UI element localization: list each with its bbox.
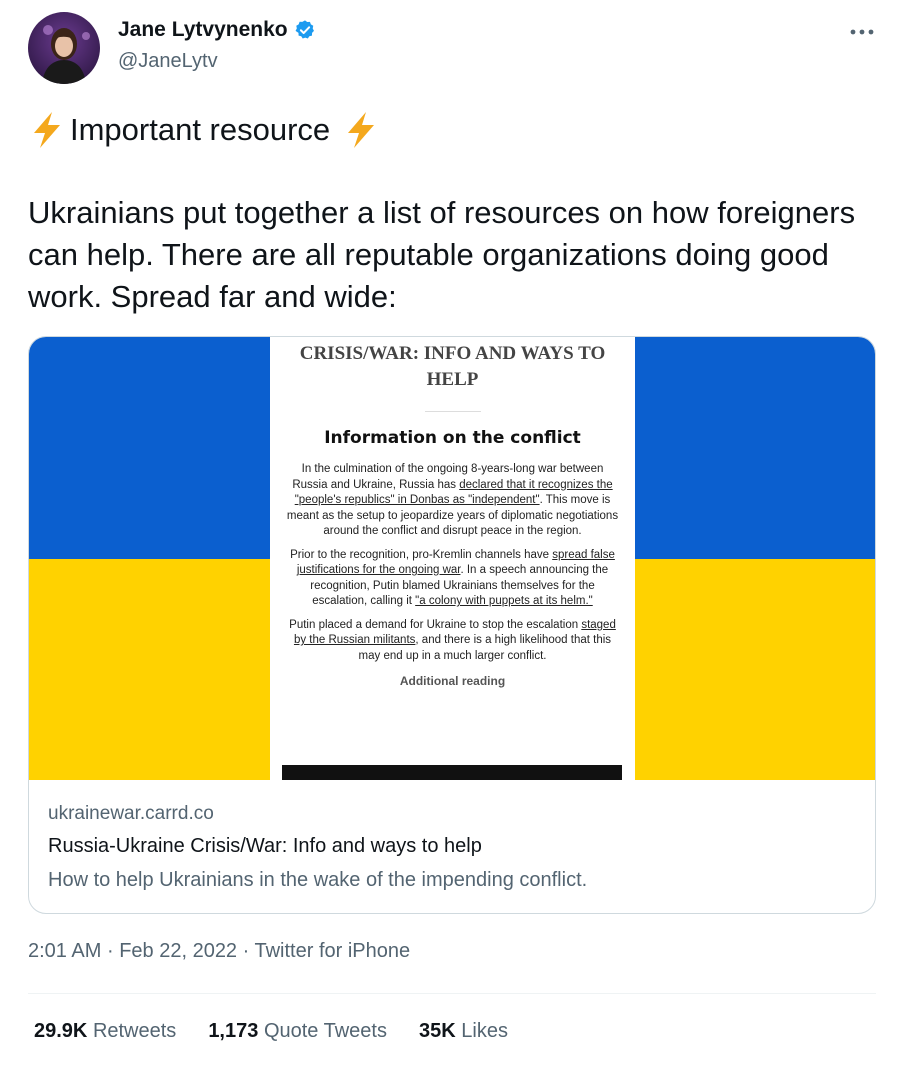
more-horizontal-icon [850,29,874,35]
link-card-image[interactable]: CRISIS/WAR: INFO AND WAYS TO HELP Inform… [29,337,875,780]
verified-badge-icon [294,19,316,41]
tweet-stats: 29.9K Retweets 1,173 Quote Tweets 35K Li… [34,1020,508,1043]
likes-label: Likes [461,1020,508,1042]
preview-divider [424,411,481,412]
preview-heading: Information on the conflict [324,428,581,448]
likes-stat[interactable]: 35K Likes [419,1020,508,1043]
more-options-button[interactable] [845,16,879,46]
preview-black-banner [282,765,622,780]
preview-title: CRISIS/WAR: INFO AND WAYS TO HELP [299,343,606,390]
quote-tweets-stat[interactable]: 1,173 Quote Tweets [208,1020,387,1043]
quote-tweets-count: 1,173 [208,1020,259,1042]
preview-paragraph-3: Putin placed a demand for Ukraine to sto… [289,618,616,662]
author-handle[interactable]: @JaneLytv [118,50,218,73]
author-name-text[interactable]: Jane Lytvynenko [118,18,288,42]
preview-paragraph-1: In the culmination of the ongoing 8-year… [286,463,619,537]
preview-subheading: Additional reading [399,674,506,688]
author-name[interactable]: Jane Lytvynenko [118,18,316,42]
tweet-source[interactable]: Twitter for iPhone [255,940,411,962]
retweets-stat[interactable]: 29.9K Retweets [34,1020,176,1043]
tweet-line-1-text: Important resource [70,112,331,147]
meta-separator: · [242,940,250,962]
tweet: Jane Lytvynenko @JaneLytv Important reso… [0,0,912,1071]
retweets-count: 29.9K [34,1020,88,1042]
tweet-body: Ukrainians put together a list of resour… [28,195,856,314]
preview-page: CRISIS/WAR: INFO AND WAYS TO HELP Inform… [270,337,635,780]
avatar[interactable] [28,12,100,84]
link-card[interactable]: CRISIS/WAR: INFO AND WAYS TO HELP Inform… [28,336,876,914]
tweet-meta: 2:01 AM · Feb 22, 2022 · Twitter for iPh… [28,940,410,963]
tweet-time[interactable]: 2:01 AM [28,940,101,962]
lightning-bolt-icon [28,110,66,150]
link-card-title[interactable]: Russia-Ukraine Crisis/War: Info and ways… [48,835,482,858]
preview-paragraph-2: Prior to the recognition, pro-Kremlin ch… [290,548,615,608]
retweets-label: Retweets [92,1020,177,1042]
meta-separator: · [106,940,114,962]
link-card-domain[interactable]: ukrainewar.carrd.co [48,803,214,825]
link-card-description[interactable]: How to help Ukrainians in the wake of th… [48,869,587,892]
likes-count: 35K [418,1020,456,1042]
divider [28,993,876,994]
lightning-bolt-icon [342,110,380,150]
tweet-line-1: Important resource [28,108,380,152]
tweet-date[interactable]: Feb 22, 2022 [119,940,237,962]
quote-tweets-label: Quote Tweets [263,1020,387,1042]
